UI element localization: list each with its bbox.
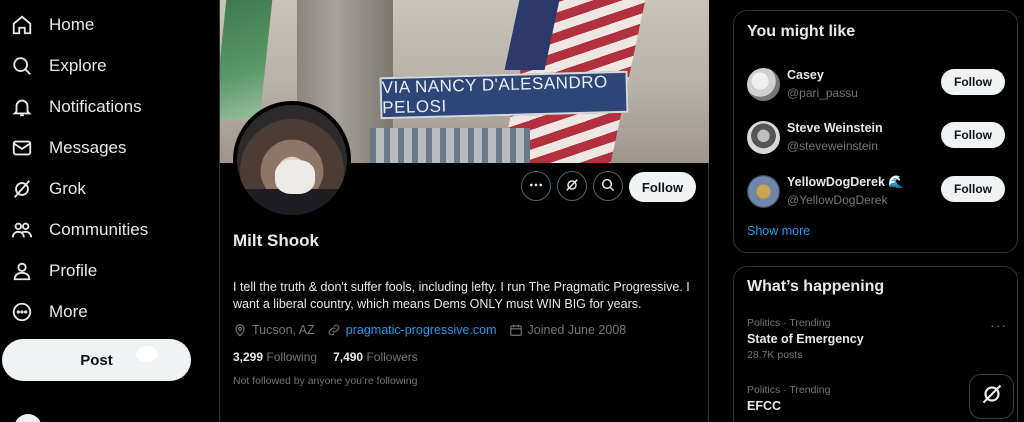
ellipsis-icon bbox=[528, 177, 544, 196]
who-to-follow-card: You might like Casey @pari_passu Follow … bbox=[733, 10, 1018, 253]
suggested-user-handle: @pari_passu bbox=[787, 86, 858, 100]
profile-meta: Tucson, AZ pragmatic-progressive.com Joi… bbox=[233, 321, 626, 339]
nav-item-messages[interactable]: Messages bbox=[0, 128, 126, 168]
nav-item-explore[interactable]: Explore bbox=[0, 46, 107, 86]
nav-item-grok[interactable]: Grok bbox=[0, 169, 86, 209]
suggested-user-row[interactable]: Steve Weinstein @steveweinstein Follow bbox=[734, 115, 1017, 161]
suggested-user-row[interactable]: Casey @pari_passu Follow bbox=[734, 62, 1017, 108]
trend-count: 28.7K posts bbox=[747, 349, 803, 361]
post-button-label: Post bbox=[80, 351, 113, 369]
nav-label: Grok bbox=[49, 179, 86, 198]
mail-icon bbox=[11, 137, 33, 159]
followed-by-note: Not followed by anyone you’re following bbox=[233, 375, 418, 387]
follow-button[interactable]: Follow bbox=[941, 176, 1005, 202]
profile-bio: I tell the truth & don't suffer fools, i… bbox=[233, 280, 690, 311]
profile-joined: Joined June 2008 bbox=[527, 323, 627, 337]
following-link[interactable]: 3,299 Following bbox=[233, 350, 317, 364]
person-icon bbox=[11, 260, 33, 282]
search-icon bbox=[600, 177, 616, 196]
grok-profile-button[interactable] bbox=[557, 171, 587, 201]
followers-link[interactable]: 7,490 Followers bbox=[333, 350, 418, 364]
trend-item[interactable]: Politics · Trending State of Emergency 2… bbox=[747, 317, 1007, 361]
search-icon bbox=[11, 55, 33, 77]
show-more-link[interactable]: Show more bbox=[747, 224, 810, 238]
nav-label: Explore bbox=[49, 56, 107, 75]
profile-display-name: Milt Shook bbox=[233, 231, 319, 250]
whats-happening-title: What’s happening bbox=[747, 278, 885, 295]
nav-item-profile[interactable]: Profile bbox=[0, 251, 97, 291]
location-icon bbox=[233, 323, 247, 337]
post-button[interactable]: Post bbox=[2, 339, 191, 381]
trend-item[interactable]: Politics · Trending EFCC bbox=[747, 384, 1007, 413]
grok-icon bbox=[980, 382, 1004, 411]
nav-label: More bbox=[49, 302, 88, 321]
grok-floating-button[interactable] bbox=[969, 374, 1014, 419]
suggested-user-handle: @steveweinstein bbox=[787, 139, 878, 153]
grok-icon bbox=[564, 177, 580, 196]
suggested-user-name: Casey bbox=[787, 68, 824, 82]
suggested-user-name: Steve Weinstein bbox=[787, 121, 883, 135]
nav-label: Profile bbox=[49, 261, 98, 280]
more-circle-icon bbox=[11, 301, 33, 323]
banner-street-sign: VIA NANCY D'ALESANDRO PELOSI bbox=[379, 70, 629, 120]
suggested-user-handle: @YellowDogDerek bbox=[787, 193, 888, 207]
app-root: Home Explore Notifications Messages Grok bbox=[0, 0, 1024, 422]
grok-icon bbox=[11, 178, 33, 200]
banner-railing bbox=[370, 128, 530, 163]
more-options-button[interactable] bbox=[521, 171, 551, 201]
avatar bbox=[747, 68, 780, 101]
link-icon bbox=[327, 323, 341, 337]
profile-column: VIA NANCY D'ALESANDRO PELOSI Follow Milt… bbox=[219, 0, 709, 422]
profile-website-link[interactable]: pragmatic-progressive.com bbox=[346, 323, 497, 337]
home-icon bbox=[11, 14, 33, 36]
nav-label: Home bbox=[49, 15, 95, 34]
left-nav: Home Explore Notifications Messages Grok bbox=[0, 0, 219, 422]
following-count: 3,299 bbox=[233, 350, 264, 364]
profile-location: Tucson, AZ bbox=[252, 323, 315, 337]
nav-item-communities[interactable]: Communities bbox=[0, 210, 148, 250]
following-label: Following bbox=[266, 350, 318, 364]
nav-label: Communities bbox=[49, 220, 149, 239]
nav-item-home[interactable]: Home bbox=[0, 5, 94, 45]
profile-avatar[interactable] bbox=[233, 101, 351, 219]
nav-label: Notifications bbox=[49, 97, 142, 116]
follow-button[interactable]: Follow bbox=[941, 69, 1005, 95]
who-to-follow-title: You might like bbox=[747, 23, 856, 40]
profile-counts: 3,299 Following 7,490 Followers bbox=[233, 350, 418, 364]
calendar-icon bbox=[509, 323, 523, 337]
account-avatar[interactable] bbox=[14, 414, 42, 422]
nav-item-more[interactable]: More bbox=[0, 292, 88, 332]
bell-icon bbox=[11, 96, 33, 118]
followers-count: 7,490 bbox=[333, 350, 364, 364]
follow-button[interactable]: Follow bbox=[941, 122, 1005, 148]
trend-title: EFCC bbox=[747, 399, 782, 413]
cursor-highlight bbox=[136, 346, 158, 362]
suggested-user-row[interactable]: YellowDogDerek 🌊 @YellowDogDerek Follow bbox=[734, 169, 1017, 215]
avatar bbox=[747, 175, 780, 208]
avatar-mask bbox=[275, 160, 315, 194]
people-icon bbox=[11, 219, 33, 241]
trend-title: State of Emergency bbox=[747, 332, 864, 346]
trend-context: Politics · Trending bbox=[747, 317, 831, 329]
follow-button[interactable]: Follow bbox=[629, 172, 696, 202]
followers-label: Followers bbox=[366, 350, 418, 364]
banner-flag-green bbox=[220, 0, 273, 120]
suggested-user-name: YellowDogDerek 🌊 bbox=[787, 175, 904, 189]
trend-context: Politics · Trending bbox=[747, 384, 831, 396]
search-profile-button[interactable] bbox=[593, 171, 623, 201]
nav-item-notifications[interactable]: Notifications bbox=[0, 87, 142, 127]
nav-label: Messages bbox=[49, 138, 127, 157]
avatar bbox=[747, 121, 780, 154]
